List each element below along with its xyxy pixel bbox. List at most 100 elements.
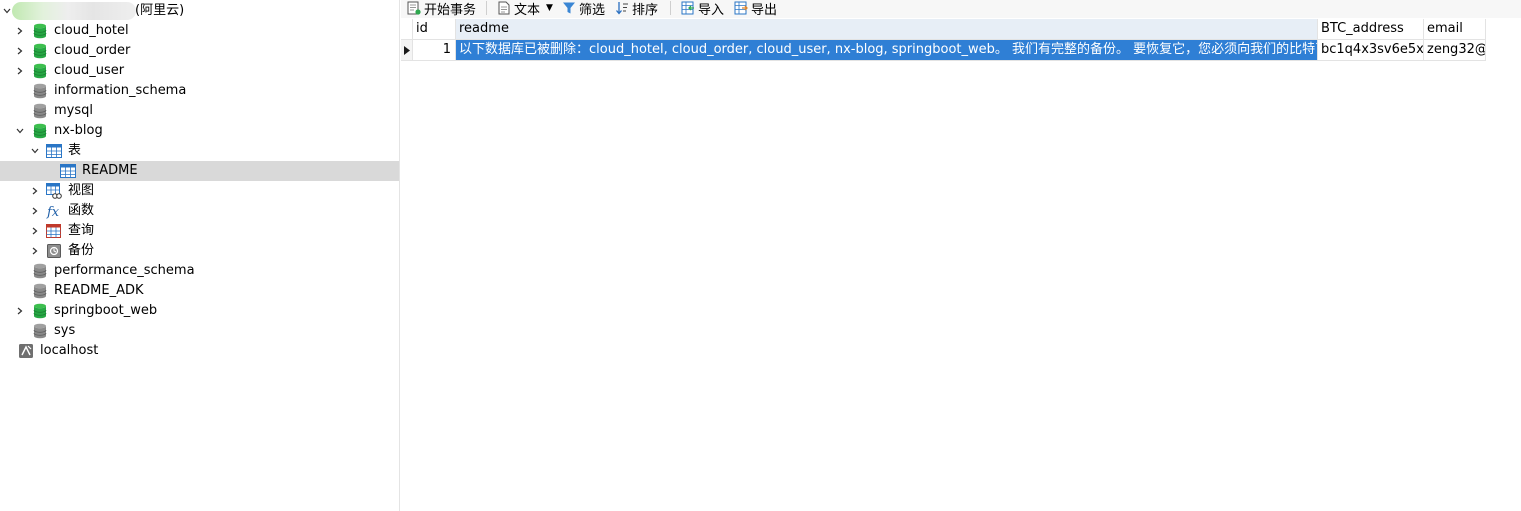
database-closed-icon xyxy=(32,283,48,299)
svg-text:fx: fx xyxy=(46,205,60,219)
table-icon xyxy=(60,163,76,179)
db-label: cloud_user xyxy=(54,63,125,78)
column-header-id[interactable]: id xyxy=(413,19,456,40)
chevron-right-icon[interactable] xyxy=(30,225,40,237)
function-icon: fx xyxy=(46,203,62,219)
tree-row-connection[interactable]: (阿里云) xyxy=(0,1,399,21)
connection-label: localhost xyxy=(40,343,99,358)
cell-email[interactable]: zeng32@t xyxy=(1424,40,1486,61)
column-header-email[interactable]: email xyxy=(1424,19,1486,40)
connection-tree[interactable]: (阿里云) cloud_hotel cloud_order cloud_user… xyxy=(0,0,400,511)
tree-row-connection-localhost[interactable]: localhost xyxy=(0,341,399,361)
tree-row-backups-folder[interactable]: 备份 xyxy=(0,241,399,261)
tree-row-db-cloud-order[interactable]: cloud_order xyxy=(0,41,399,61)
tree-row-queries-folder[interactable]: 查询 xyxy=(0,221,399,241)
tree-row-table-readme[interactable]: README xyxy=(0,161,399,181)
chevron-right-icon[interactable] xyxy=(30,185,40,197)
sort-label: 排序 xyxy=(632,2,659,18)
backups-label: 备份 xyxy=(68,243,95,258)
db-label: performance_schema xyxy=(54,263,195,278)
chevron-right-icon[interactable] xyxy=(15,65,25,77)
grid-toolbar: 开始事务 文本 ▼ 筛选 排序 导入 导出 xyxy=(401,0,1521,18)
text-document-icon xyxy=(497,1,511,15)
database-open-icon xyxy=(32,123,48,139)
view-icon xyxy=(46,183,62,199)
tables-label: 表 xyxy=(68,143,82,158)
tree-row-functions-folder[interactable]: fx 函数 xyxy=(0,201,399,221)
db-label: cloud_order xyxy=(54,43,131,58)
current-row-indicator-icon[interactable] xyxy=(401,40,413,61)
navicat-window: (阿里云) cloud_hotel cloud_order cloud_user… xyxy=(0,0,1521,511)
tree-row-db-cloud-hotel[interactable]: cloud_hotel xyxy=(0,21,399,41)
db-label: cloud_hotel xyxy=(54,23,129,38)
chevron-right-icon[interactable] xyxy=(30,245,40,257)
chevron-down-icon[interactable] xyxy=(15,125,25,137)
db-label: README_ADK xyxy=(54,283,144,298)
database-open-icon xyxy=(32,23,48,39)
database-closed-icon xyxy=(32,103,48,119)
db-label: information_schema xyxy=(54,83,187,98)
tree-row-db-mysql[interactable]: mysql xyxy=(0,101,399,121)
chevron-right-icon[interactable] xyxy=(15,45,25,57)
db-label: nx-blog xyxy=(54,123,103,138)
database-closed-icon xyxy=(32,323,48,339)
tree-row-db-nx-blog[interactable]: nx-blog xyxy=(0,121,399,141)
cell-id[interactable]: 1 xyxy=(413,40,456,61)
import-label: 导入 xyxy=(698,2,725,18)
db-label: sys xyxy=(54,323,76,338)
toolbar-divider xyxy=(670,1,671,15)
database-open-icon xyxy=(32,63,48,79)
tree-row-db-springboot-web[interactable]: springboot_web xyxy=(0,301,399,321)
database-open-icon xyxy=(32,303,48,319)
cell-btc-address[interactable]: bc1q4x3sv6e5xem xyxy=(1318,40,1424,61)
query-icon xyxy=(46,223,62,239)
import-icon xyxy=(681,1,695,15)
database-open-icon xyxy=(32,43,48,59)
begin-transaction-button[interactable]: 开始事务 xyxy=(407,0,477,18)
filter-button[interactable]: 筛选 xyxy=(562,0,606,18)
table-label: README xyxy=(82,163,138,178)
text-view-label: 文本 xyxy=(514,2,541,18)
tree-row-db-performance-schema[interactable]: performance_schema xyxy=(0,261,399,281)
dropdown-arrow-icon[interactable]: ▼ xyxy=(546,3,553,13)
database-closed-icon xyxy=(32,83,48,99)
export-label: 导出 xyxy=(751,2,778,18)
tree-row-tables-folder[interactable]: 表 xyxy=(0,141,399,161)
functions-label: 函数 xyxy=(68,203,95,218)
tree-row-views-folder[interactable]: 视图 xyxy=(0,181,399,201)
chevron-down-icon[interactable] xyxy=(2,5,12,17)
db-label: mysql xyxy=(54,103,93,118)
filter-funnel-icon xyxy=(562,1,576,15)
tree-row-db-cloud-user[interactable]: cloud_user xyxy=(0,61,399,81)
sort-button[interactable]: 排序 xyxy=(615,0,659,18)
chevron-right-icon[interactable] xyxy=(15,305,25,317)
views-label: 视图 xyxy=(68,183,95,198)
chevron-down-icon[interactable] xyxy=(30,145,40,157)
text-view-button[interactable]: 文本 ▼ xyxy=(497,0,553,18)
connection-name-redacted xyxy=(12,2,136,20)
tree-row-db-information-schema[interactable]: information_schema xyxy=(0,81,399,101)
export-button[interactable]: 导出 xyxy=(734,0,778,18)
chevron-right-icon[interactable] xyxy=(15,25,25,37)
column-header-readme[interactable]: readme xyxy=(456,19,1318,40)
tree-row-db-sys[interactable]: sys xyxy=(0,321,399,341)
grid-corner xyxy=(401,19,413,40)
export-icon xyxy=(734,1,748,15)
database-closed-icon xyxy=(32,263,48,279)
db-label: springboot_web xyxy=(54,303,158,318)
filter-label: 筛选 xyxy=(579,2,606,18)
table-folder-icon xyxy=(46,143,62,159)
toolbar-divider xyxy=(486,1,487,15)
data-grid[interactable]: id readme BTC_address email 1 以下数据库已被删除：… xyxy=(401,19,1521,511)
column-header-btc-address[interactable]: BTC_address xyxy=(1318,19,1424,40)
transaction-icon xyxy=(407,1,421,15)
cell-readme[interactable]: 以下数据库已被删除：cloud_hotel, cloud_order, clou… xyxy=(456,40,1318,61)
chevron-right-icon[interactable] xyxy=(30,205,40,217)
connection-label: (阿里云) xyxy=(135,3,185,18)
sort-icon xyxy=(615,1,629,15)
queries-label: 查询 xyxy=(68,223,95,238)
import-button[interactable]: 导入 xyxy=(681,0,725,18)
tree-row-db-readme-adk[interactable]: README_ADK xyxy=(0,281,399,301)
begin-transaction-label: 开始事务 xyxy=(424,2,477,18)
backup-icon xyxy=(46,243,62,259)
